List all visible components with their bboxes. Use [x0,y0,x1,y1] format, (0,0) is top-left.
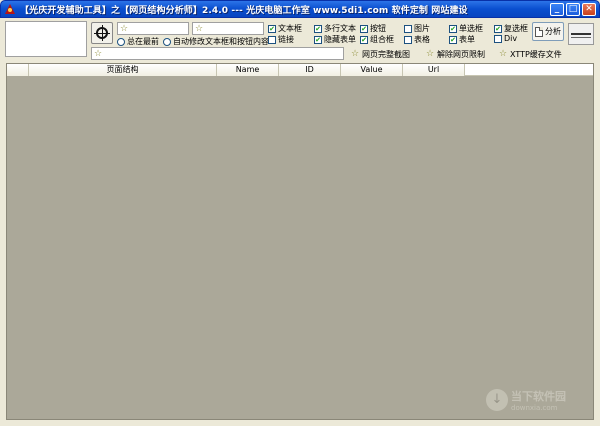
tag-input-1[interactable]: ☆ [117,22,189,35]
filter-image[interactable]: 图片 [404,23,430,34]
always-on-top-radio[interactable] [117,37,125,46]
table-header: 页面结构 Name ID Value Url [7,64,593,76]
url-input[interactable]: ☆ [91,47,344,60]
filter-hidden[interactable]: 隐藏表单 [314,34,356,45]
filter-label: Div [504,34,518,43]
column-header-name[interactable]: Name [217,64,279,76]
watermark: ↓ 当下软件园 downxia.com [486,388,566,412]
watermark-url: downxia.com [511,404,558,412]
column-header-structure[interactable]: 页面结构 [29,64,217,76]
filter-label: 组合框 [370,35,394,44]
star-icon: ☆ [119,23,129,34]
window-title: 【光庆开发辅助工具】之【网页结构分析师】2.4.0 --- 光庆电脑工作室 ww… [20,5,468,16]
checkbox[interactable] [360,24,368,33]
filter-table[interactable]: 表格 [404,34,430,45]
checkbox[interactable] [314,35,322,44]
filter-multiline[interactable]: 多行文本 [314,23,356,34]
button-label: 解除网页限制 [437,49,485,59]
toolbar: ☆ ☆ 总在最前 自动修改文本框和按钮内容 文本框 多行文本 按钮 图片 单选框… [0,19,600,63]
star-icon: ☆ [498,49,508,59]
filter-button[interactable]: 按钮 [360,23,386,34]
full-screenshot-button[interactable]: ☆ 网页完整截图 [349,48,410,60]
filter-label: 表格 [414,35,430,44]
unlock-page-button[interactable]: ☆ 解除网页限制 [424,48,485,60]
filter-radio[interactable]: 单选框 [449,23,483,34]
thumbnail-logo [568,23,594,45]
star-icon: ☆ [93,48,103,59]
filter-label: 按钮 [370,24,386,33]
checkbox[interactable] [449,24,457,33]
always-on-top-option[interactable]: 总在最前 [117,36,159,47]
app-icon [4,3,16,15]
filter-label: 单选框 [459,24,483,33]
filter-label: 链接 [278,35,294,44]
filter-div[interactable]: Div [494,34,517,43]
filter-checkbox[interactable]: 复选框 [494,23,528,34]
maximize-button[interactable]: □ [566,3,580,16]
auto-modify-radio[interactable] [163,37,171,46]
document-icon [535,26,543,37]
checkbox[interactable] [360,35,368,44]
preview-box [5,21,87,57]
checkbox[interactable] [494,34,502,43]
checkbox[interactable] [268,35,276,44]
auto-modify-label: 自动修改文本框和按钮内容 [173,37,269,46]
checkbox[interactable] [268,24,276,33]
column-header-id[interactable]: ID [279,64,341,76]
checkbox[interactable] [404,35,412,44]
tag-input-2[interactable]: ☆ [192,22,264,35]
star-icon: ☆ [194,23,204,34]
filter-label: 表单 [459,35,475,44]
filter-label: 多行文本 [324,24,356,33]
button-label: 网页完整截图 [362,49,410,59]
analyze-button[interactable]: 分析 [532,22,564,41]
title-bar: 【光庆开发辅助工具】之【网页结构分析师】2.4.0 --- 光庆电脑工作室 ww… [0,0,600,18]
filter-label: 文本框 [278,24,302,33]
always-on-top-label: 总在最前 [127,37,159,46]
checkbox[interactable] [494,24,502,33]
minimize-button[interactable]: _ [550,3,564,16]
watermark-title: 当下软件园 [511,390,566,403]
checkbox[interactable] [449,35,457,44]
checkbox[interactable] [314,24,322,33]
filter-label: 隐藏表单 [324,35,356,44]
analyze-label: 分析 [545,27,561,36]
filter-label: 复选框 [504,24,528,33]
filter-form[interactable]: 表单 [449,34,475,45]
table-corner [7,64,29,76]
filter-link[interactable]: 链接 [268,34,294,45]
star-icon: ☆ [425,49,435,59]
star-icon: ☆ [350,49,360,59]
filter-label: 图片 [414,24,430,33]
cache-files-button[interactable]: ☆ XTTP缓存文件 [497,48,562,60]
column-header-url[interactable]: Url [403,64,465,76]
download-icon: ↓ [486,389,508,411]
filter-textbox[interactable]: 文本框 [268,23,302,34]
close-button[interactable]: ✕ [582,3,596,16]
checkbox[interactable] [404,24,412,33]
auto-modify-option[interactable]: 自动修改文本框和按钮内容 [163,36,269,47]
crosshair-target-button[interactable] [91,22,113,44]
button-label: XTTP缓存文件 [510,49,562,59]
structure-table[interactable]: 页面结构 Name ID Value Url [6,63,594,420]
filter-combobox[interactable]: 组合框 [360,34,394,45]
column-header-value[interactable]: Value [341,64,403,76]
